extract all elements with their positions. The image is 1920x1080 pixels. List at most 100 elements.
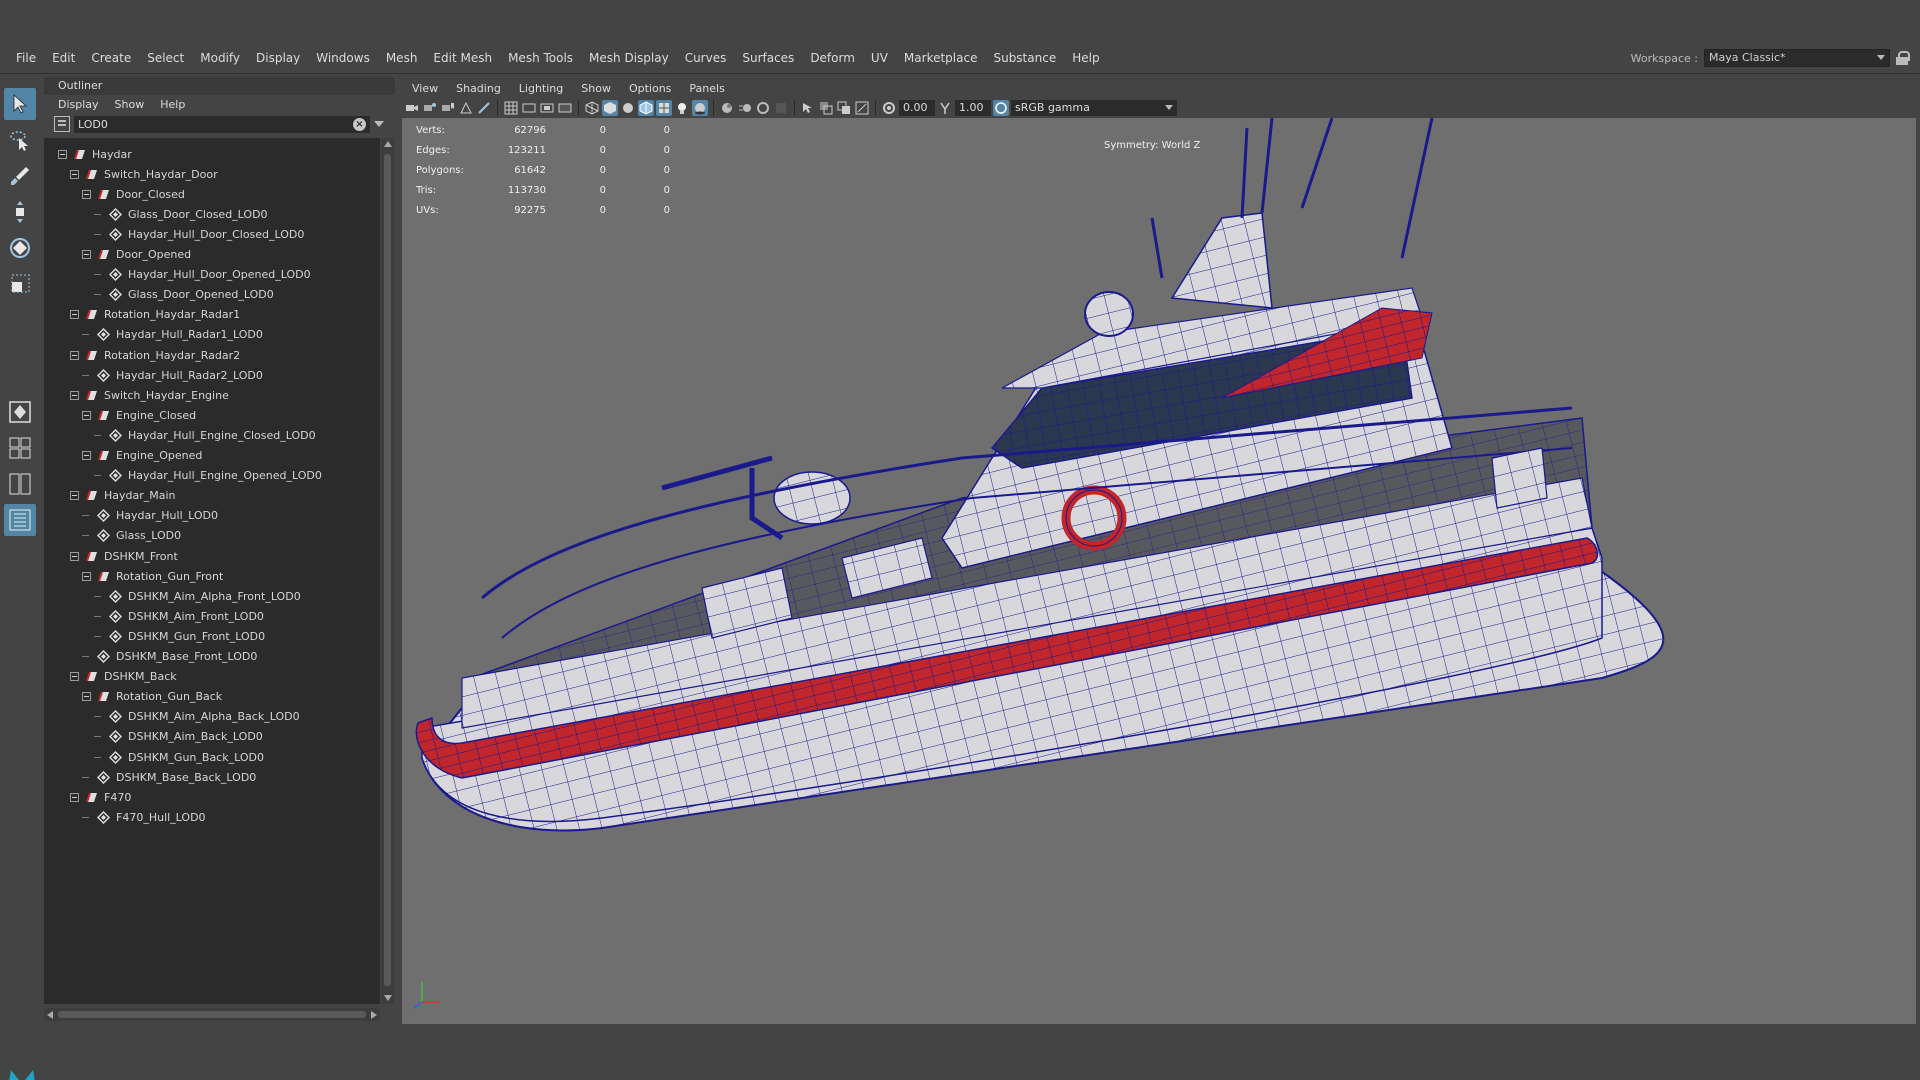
outliner-group-item[interactable]: Door_Opened: [82, 245, 191, 265]
collapse-toggle-icon[interactable]: [82, 692, 91, 702]
clear-search-icon[interactable]: ×: [353, 117, 366, 131]
collapse-toggle-icon[interactable]: [70, 491, 79, 501]
outliner-layout-button[interactable]: [4, 504, 36, 536]
gamma-field[interactable]: 1.00: [955, 100, 991, 116]
collapse-toggle-icon[interactable]: [82, 250, 91, 259]
image-plane-icon[interactable]: [458, 100, 474, 116]
menu-file[interactable]: File: [8, 47, 44, 69]
scroll-down-icon[interactable]: [384, 995, 392, 1001]
outliner-search-input[interactable]: LOD0 ×: [74, 115, 370, 133]
outliner-group-item[interactable]: Door_Closed: [82, 184, 185, 204]
menu-help[interactable]: Help: [1064, 47, 1107, 69]
single-view-button[interactable]: [4, 396, 36, 428]
outliner-group-item[interactable]: Rotation_Gun_Front: [82, 566, 223, 586]
outliner-mesh-item[interactable]: Haydar_Hull_Radar2_LOD0: [82, 365, 263, 385]
outliner-mesh-item[interactable]: Haydar_Hull_Door_Opened_LOD0: [94, 265, 311, 285]
shadows-icon[interactable]: [692, 100, 708, 116]
filter-icon[interactable]: [54, 116, 70, 132]
color-space-dropdown[interactable]: sRGB gamma: [1011, 100, 1177, 116]
collapse-toggle-icon[interactable]: [82, 189, 91, 199]
menu-modify[interactable]: Modify: [192, 47, 248, 69]
outliner-mesh-item[interactable]: Glass_Door_Closed_LOD0: [94, 204, 268, 224]
gate-mask-icon[interactable]: [557, 100, 573, 116]
isolate-select-icon[interactable]: [800, 100, 816, 116]
textured-icon[interactable]: [656, 100, 672, 116]
boat-model[interactable]: [402, 118, 1916, 1024]
outliner-group-item[interactable]: Haydar: [58, 144, 132, 164]
rotate-tool-button[interactable]: [4, 232, 36, 264]
outliner-mesh-item[interactable]: Haydar_Hull_LOD0: [82, 506, 218, 526]
collapse-toggle-icon[interactable]: [70, 350, 79, 360]
menu-edit[interactable]: Edit: [44, 47, 83, 69]
four-view-button[interactable]: [4, 432, 36, 464]
outliner-group-item[interactable]: Rotation_Haydar_Radar2: [70, 345, 240, 365]
outliner-menu-show[interactable]: Show: [115, 95, 145, 114]
viewport-menu-view[interactable]: View: [403, 82, 447, 95]
menu-deform[interactable]: Deform: [802, 47, 863, 69]
use-all-lights-icon[interactable]: [674, 100, 690, 116]
collapse-toggle-icon[interactable]: [70, 551, 79, 561]
outliner-group-item[interactable]: DSHKM_Back: [70, 667, 177, 687]
resolution-gate-icon[interactable]: [539, 100, 555, 116]
scale-tool-button[interactable]: [4, 268, 36, 300]
collapse-toggle-icon[interactable]: [70, 390, 79, 400]
collapse-toggle-icon[interactable]: [70, 169, 79, 179]
outliner-horizontal-scrollbar[interactable]: [44, 1008, 380, 1021]
outliner-mesh-item[interactable]: DSHKM_Aim_Back_LOD0: [94, 727, 263, 747]
menu-mesh[interactable]: Mesh: [378, 47, 426, 69]
menu-curves[interactable]: Curves: [677, 47, 735, 69]
paint-select-tool-button[interactable]: [4, 160, 36, 192]
outliner-mesh-item[interactable]: DSHKM_Gun_Front_LOD0: [94, 626, 265, 646]
outliner-group-item[interactable]: Switch_Haydar_Door: [70, 164, 218, 184]
menu-uv[interactable]: UV: [863, 47, 896, 69]
viewport-menu-show[interactable]: Show: [572, 82, 620, 95]
ambient-occlusion-icon[interactable]: [719, 100, 735, 116]
scroll-left-icon[interactable]: [47, 1011, 53, 1019]
menu-mesh-display[interactable]: Mesh Display: [581, 47, 677, 69]
3d-viewport[interactable]: Verts: 62796 0 0 Edges: 123211 0 0 Polygons: 6164…: [402, 118, 1916, 1024]
wireframe-on-shaded-icon[interactable]: [638, 100, 654, 116]
default-material-icon[interactable]: [620, 100, 636, 116]
outliner-mesh-item[interactable]: DSHKM_Aim_Alpha_Front_LOD0: [94, 586, 301, 606]
outliner-menu-help[interactable]: Help: [160, 95, 185, 114]
xray-joints-icon[interactable]: [854, 100, 870, 116]
outliner-group-item[interactable]: Engine_Closed: [82, 405, 196, 425]
menu-windows[interactable]: Windows: [308, 47, 378, 69]
outliner-group-item[interactable]: Rotation_Haydar_Radar1: [70, 305, 240, 325]
outliner-mesh-item[interactable]: DSHKM_Base_Back_LOD0: [82, 767, 256, 787]
outliner-mesh-item[interactable]: Haydar_Hull_Engine_Closed_LOD0: [94, 425, 316, 445]
camera-icon[interactable]: [404, 100, 420, 116]
lock-icon[interactable]: [1896, 51, 1910, 65]
workspace-dropdown[interactable]: Maya Classic*: [1704, 49, 1890, 67]
menu-create[interactable]: Create: [83, 47, 139, 69]
viewport-menu-shading[interactable]: Shading: [447, 82, 510, 95]
move-tool-button[interactable]: [4, 196, 36, 228]
smooth-shade-icon[interactable]: [602, 100, 618, 116]
menu-edit-mesh[interactable]: Edit Mesh: [425, 47, 500, 69]
film-gate-icon[interactable]: [521, 100, 537, 116]
two-view-button[interactable]: [4, 468, 36, 500]
exposure-field[interactable]: 0.00: [899, 100, 935, 116]
select-tool-button[interactable]: [4, 88, 36, 120]
outliner-vertical-scrollbar[interactable]: [381, 138, 394, 1004]
camera-lock-icon[interactable]: [422, 100, 438, 116]
scroll-thumb[interactable]: [384, 154, 391, 986]
menu-select[interactable]: Select: [139, 47, 192, 69]
outliner-group-item[interactable]: Haydar_Main: [70, 486, 176, 506]
menu-surfaces[interactable]: Surfaces: [734, 47, 802, 69]
outliner-mesh-item[interactable]: Haydar_Hull_Engine_Opened_LOD0: [94, 466, 322, 486]
scroll-up-icon[interactable]: [384, 141, 392, 147]
outliner-group-item[interactable]: F470: [70, 787, 131, 807]
collapse-toggle-icon[interactable]: [82, 451, 91, 460]
two-d-pan-icon[interactable]: [476, 100, 492, 116]
bookmark-camera-icon[interactable]: [440, 100, 456, 116]
lasso-tool-button[interactable]: [4, 124, 36, 156]
outliner-group-item[interactable]: Switch_Haydar_Engine: [70, 385, 229, 405]
scroll-right-icon[interactable]: [371, 1011, 377, 1019]
outliner-mesh-item[interactable]: DSHKM_Gun_Back_LOD0: [94, 747, 264, 767]
viewport-menu-panels[interactable]: Panels: [680, 82, 733, 95]
outliner-mesh-item[interactable]: Haydar_Hull_Radar1_LOD0: [82, 325, 263, 345]
menu-substance[interactable]: Substance: [985, 47, 1064, 69]
motion-blur-icon[interactable]: [737, 100, 753, 116]
viewport-menu-options[interactable]: Options: [620, 82, 680, 95]
